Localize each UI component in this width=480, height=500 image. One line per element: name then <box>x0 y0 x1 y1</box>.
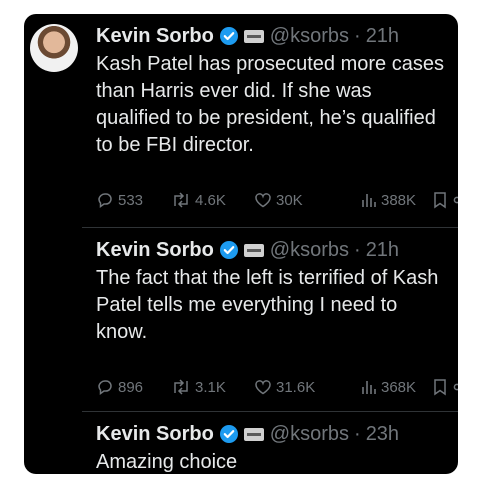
views-icon <box>362 381 376 394</box>
like-count: 30K <box>276 191 303 209</box>
tweet[interactable]: Kevin Sorbo @ksorbs · 21h Kash Patel has… <box>24 14 458 227</box>
reply-icon <box>98 193 112 208</box>
author-handle[interactable]: @ksorbs <box>270 238 349 262</box>
bookmark-button[interactable] <box>433 378 447 396</box>
author-handle[interactable]: @ksorbs <box>270 422 349 446</box>
share-button[interactable] <box>451 191 458 209</box>
repost-button[interactable]: 3.1K <box>171 378 226 396</box>
separator: · <box>354 239 361 261</box>
tweet-header: Kevin Sorbo @ksorbs · 21h <box>96 24 458 48</box>
bookmark-button[interactable] <box>433 191 447 209</box>
share-icon <box>453 196 458 204</box>
share-button[interactable] <box>451 378 458 396</box>
timestamp[interactable]: 21h <box>366 238 399 262</box>
timestamp[interactable]: 23h <box>366 422 399 446</box>
verified-badge-icon <box>219 240 239 260</box>
tweet-text: Kash Patel has prosecuted more cases tha… <box>96 53 444 156</box>
repost-icon <box>174 379 188 395</box>
views-button[interactable]: 388K <box>361 191 416 209</box>
reply-count: 896 <box>118 378 144 396</box>
reply-count: 533 <box>118 191 144 209</box>
share-icon <box>453 383 458 391</box>
timestamp[interactable]: 21h <box>366 24 399 48</box>
tweet-text: The fact that the left is terrified of K… <box>96 267 439 343</box>
bookmark-icon <box>434 192 446 209</box>
like-button[interactable]: 30K <box>254 191 303 209</box>
repost-count: 3.1K <box>195 378 226 396</box>
author-name[interactable]: Kevin Sorbo <box>96 238 214 262</box>
tweet-header: Kevin Sorbo @ksorbs · 23h <box>96 422 458 446</box>
views-icon <box>362 194 376 207</box>
like-icon <box>255 193 271 208</box>
like-count: 31.6K <box>276 378 316 396</box>
author-name[interactable]: Kevin Sorbo <box>96 24 214 48</box>
affiliate-badge-icon[interactable] <box>243 243 264 257</box>
tweet[interactable]: Kevin Sorbo @ksorbs · 21h The fact that … <box>24 228 458 411</box>
avatar[interactable] <box>30 24 78 72</box>
affiliate-badge-icon[interactable] <box>243 427 264 441</box>
tweet[interactable]: Kevin Sorbo @ksorbs · 23h Amazing choice <box>24 412 458 474</box>
tweet-text: Amazing choice <box>96 451 238 473</box>
tweet-thread: Kevin Sorbo @ksorbs · 21h Kash Patel has… <box>24 14 458 474</box>
reply-button[interactable]: 896 <box>96 378 143 396</box>
bookmark-icon <box>434 379 446 396</box>
reply-button[interactable]: 533 <box>96 191 143 209</box>
tweet-header: Kevin Sorbo @ksorbs · 21h <box>96 238 458 262</box>
verified-badge-icon <box>219 26 239 46</box>
verified-badge-icon <box>219 424 239 444</box>
reply-icon <box>98 380 112 395</box>
repost-count: 4.6K <box>195 191 226 209</box>
repost-icon <box>174 192 188 208</box>
author-name[interactable]: Kevin Sorbo <box>96 422 214 446</box>
separator: · <box>354 423 361 445</box>
like-button[interactable]: 31.6K <box>254 378 315 396</box>
views-count: 388K <box>381 191 417 209</box>
author-handle[interactable]: @ksorbs <box>270 24 349 48</box>
affiliate-badge-icon[interactable] <box>243 29 264 43</box>
views-button[interactable]: 368K <box>361 378 416 396</box>
views-count: 368K <box>381 378 417 396</box>
like-icon <box>255 380 271 395</box>
separator: · <box>354 25 361 47</box>
repost-button[interactable]: 4.6K <box>171 191 226 209</box>
